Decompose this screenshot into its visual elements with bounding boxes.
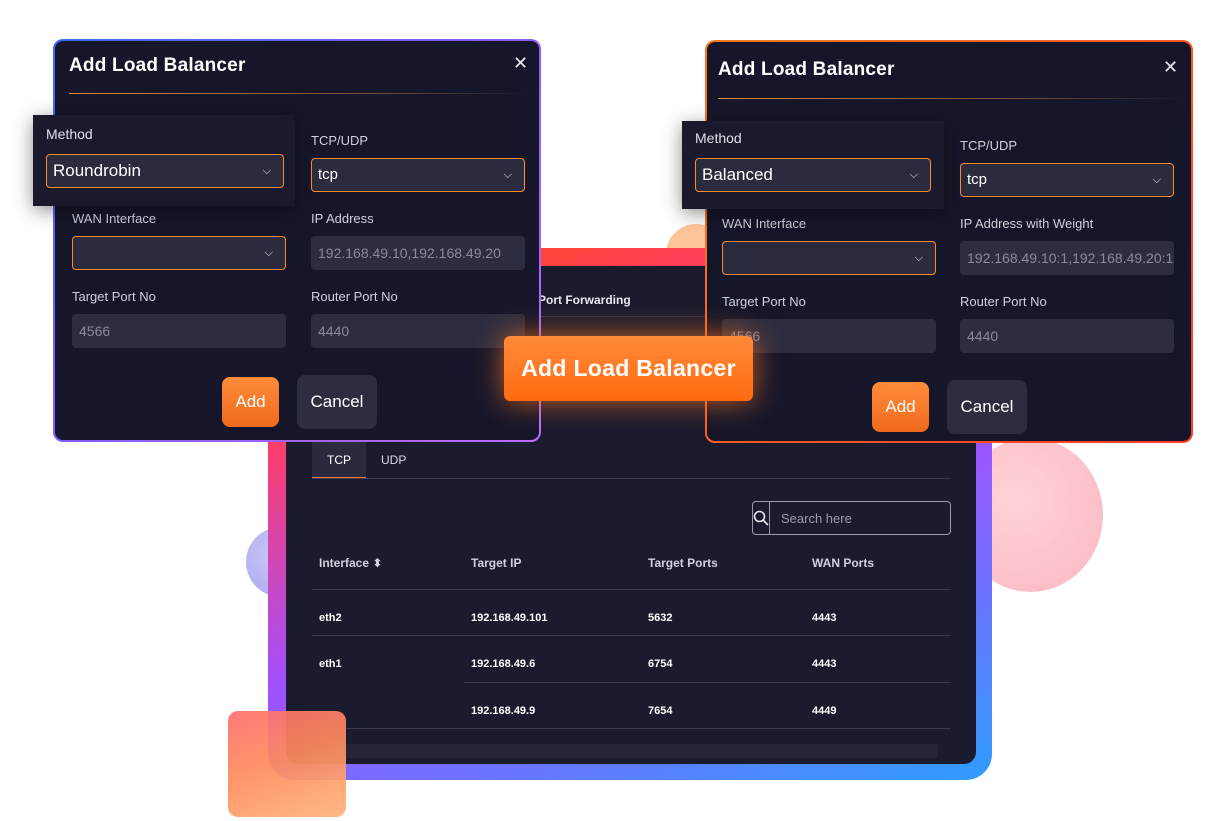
cell-target-ip: 192.168.49.101: [471, 612, 548, 624]
add-load-balancer-button[interactable]: Add Load Balancer: [504, 336, 753, 401]
dialog-title: Add Load Balancer: [718, 59, 895, 80]
search-button[interactable]: [753, 502, 770, 534]
protocol-value: tcp: [318, 166, 339, 183]
target-port-field[interactable]: 4566: [72, 314, 286, 348]
protocol-value: tcp: [967, 171, 988, 188]
wan-interface-label: WAN Interface: [722, 216, 807, 231]
target-port-label: Target Port No: [722, 294, 806, 309]
target-port-field[interactable]: 4566: [722, 319, 936, 353]
divider: [718, 98, 1184, 99]
method-select[interactable]: Balanced ⌵: [695, 158, 931, 192]
tab-tcp[interactable]: TCP: [312, 442, 366, 479]
table-row-divider: [312, 635, 951, 636]
router-port-label: Router Port No: [960, 294, 1047, 309]
column-header-target-ip: Target IP: [471, 556, 522, 570]
close-icon[interactable]: ✕: [513, 53, 528, 74]
divider: [69, 93, 529, 94]
wan-interface-label: WAN Interface: [72, 211, 157, 226]
ip-address-label: IP Address: [311, 211, 374, 226]
method-label: Method: [46, 126, 93, 142]
cell-wan-ports: 4449: [812, 705, 837, 717]
add-button[interactable]: Add: [872, 382, 929, 432]
table-row-divider: [464, 682, 951, 683]
router-port-label: Router Port No: [311, 289, 398, 304]
chevron-down-icon: ⌵: [914, 252, 923, 264]
wan-interface-select[interactable]: ⌵: [722, 241, 936, 275]
dialog-title: Add Load Balancer: [69, 55, 246, 76]
cell-wan-ports: 4443: [812, 612, 837, 624]
add-load-balancer-dialog-balanced: Add Load Balancer ✕ TCP/UDP tcp ⌵ WAN In…: [705, 40, 1193, 443]
method-field-group: Method Roundrobin ⌵: [33, 115, 295, 206]
table-row-divider: [312, 728, 951, 729]
protocol-label: TCP/UDP: [960, 138, 1018, 153]
chevron-down-icon: ⌵: [262, 165, 271, 177]
cancel-button[interactable]: Cancel: [947, 380, 1027, 434]
search-icon: [753, 510, 769, 526]
method-field-group: Method Balanced ⌵: [682, 121, 944, 209]
column-header-interface[interactable]: Interface ⬍: [319, 556, 382, 570]
chevron-down-icon: ⌵: [1152, 174, 1161, 186]
protocol-tabs: TCP UDP: [312, 442, 421, 479]
method-label: Method: [695, 130, 742, 146]
cell-interface: eth1: [319, 658, 342, 670]
chevron-down-icon: ⌵: [503, 169, 512, 181]
divider: [312, 478, 951, 479]
ip-address-weight-label: IP Address with Weight: [960, 216, 1094, 231]
protocol-select[interactable]: tcp ⌵: [311, 158, 525, 192]
method-value: Balanced: [702, 165, 773, 184]
protocol-label: TCP/UDP: [311, 133, 369, 148]
column-header-wan-ports: WAN Ports: [812, 556, 875, 570]
cell-wan-ports: 4443: [812, 658, 837, 670]
decorative-square: [228, 711, 346, 817]
breadcrumb: Port Forwarding: [538, 293, 631, 307]
wan-interface-select[interactable]: ⌵: [72, 236, 286, 270]
table-row-divider: [312, 589, 951, 590]
add-load-balancer-dialog-roundrobin: Add Load Balancer ✕ TCP/UDP tcp ⌵ WAN In…: [53, 39, 541, 442]
close-icon[interactable]: ✕: [1163, 57, 1178, 78]
tab-udp[interactable]: UDP: [366, 442, 421, 479]
cell-interface: eth2: [319, 612, 342, 624]
column-header-target-ports: Target Ports: [648, 556, 718, 570]
chevron-down-icon: ⌵: [264, 247, 273, 259]
chevron-down-icon: ⌵: [909, 169, 918, 181]
add-button[interactable]: Add: [222, 377, 279, 427]
cell-target-ports: 7654: [648, 705, 673, 717]
router-port-field[interactable]: 4440: [311, 314, 525, 348]
search-input[interactable]: [770, 502, 957, 534]
protocol-select[interactable]: tcp ⌵: [960, 163, 1174, 197]
target-port-label: Target Port No: [72, 289, 156, 304]
ip-address-field[interactable]: 192.168.49.10,192.168.49.20: [311, 236, 525, 270]
router-port-field[interactable]: 4440: [960, 319, 1174, 353]
method-select[interactable]: Roundrobin ⌵: [46, 154, 284, 188]
cancel-button[interactable]: Cancel: [297, 375, 377, 429]
cell-target-ip: 192.168.49.6: [471, 658, 536, 670]
cell-target-ip: 192.168.49.9: [471, 705, 536, 717]
cell-target-ports: 6754: [648, 658, 673, 670]
cell-target-ports: 5632: [648, 612, 673, 624]
horizontal-scrollbar[interactable]: [312, 744, 938, 758]
method-value: Roundrobin: [53, 161, 141, 180]
ip-address-weight-field[interactable]: 192.168.49.10:1,192.168.49.20:1: [960, 241, 1174, 275]
search-box: [752, 501, 957, 535]
